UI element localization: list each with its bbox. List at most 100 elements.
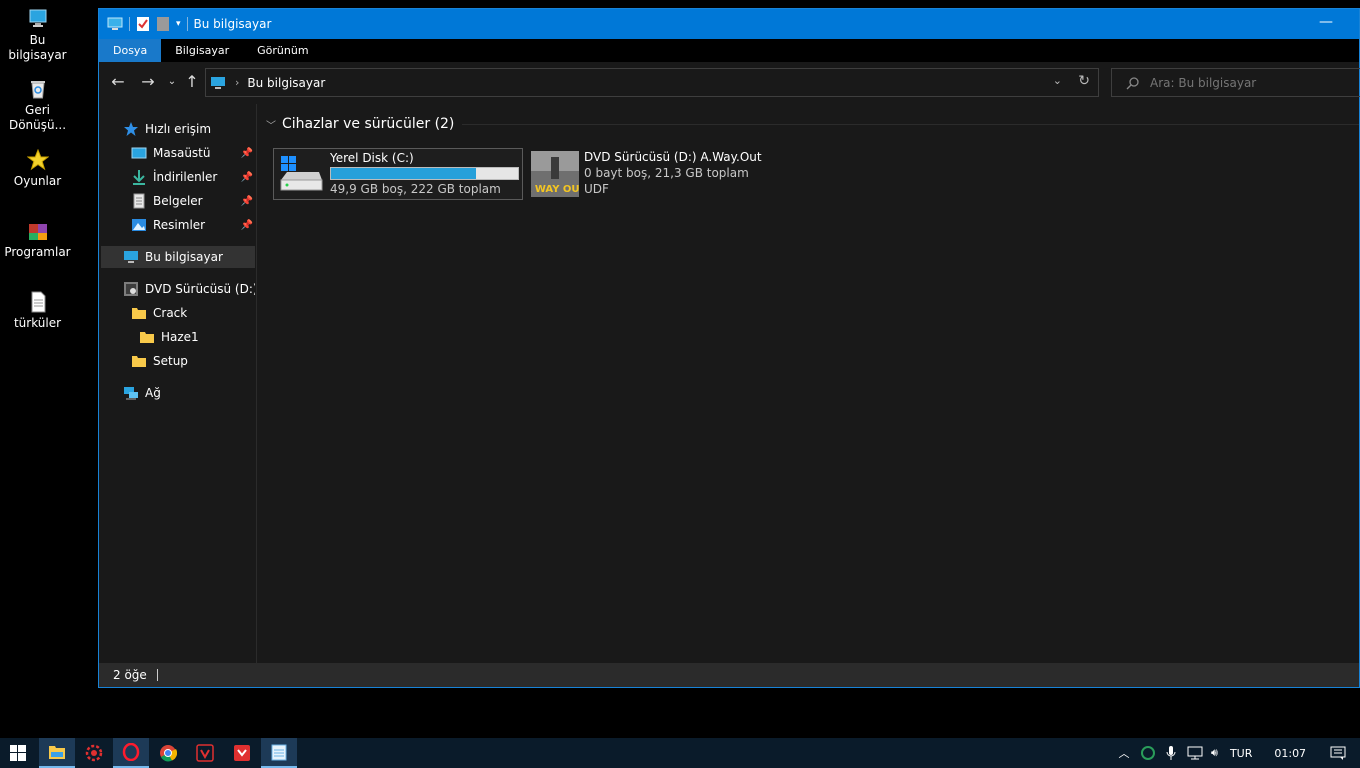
breadcrumb[interactable]: Bu bilgisayar	[247, 76, 325, 90]
sidebar-item-label: Ağ	[145, 386, 161, 400]
properties-icon[interactable]	[136, 16, 150, 32]
up-arrow-icon[interactable]: ↑	[181, 70, 203, 92]
address-bar[interactable]: › Bu bilgisayar ⌄ ↻	[205, 68, 1099, 97]
drive-usage-bar	[330, 167, 519, 180]
action-center-icon[interactable]	[1330, 746, 1346, 760]
new-folder-icon[interactable]	[156, 16, 170, 32]
recent-locations-chevron-icon[interactable]: ⌄	[161, 70, 183, 92]
breadcrumb-chevron-icon[interactable]: ›	[235, 76, 239, 89]
sidebar-item-label: Crack	[153, 306, 188, 320]
network-tray-icon[interactable]	[1187, 746, 1203, 760]
divider	[462, 123, 1359, 125]
show-hidden-icons-chevron-icon[interactable]: ︿	[1115, 745, 1133, 761]
status-bar: 2 öğe	[99, 663, 1359, 687]
sidebar-item-label: Hızlı erişim	[145, 122, 212, 136]
desktop-icon-games[interactable]: Oyunlar	[0, 149, 75, 189]
sidebar-item-downloads[interactable]: İndirilenler 📌	[131, 166, 253, 188]
forward-arrow-icon[interactable]: →	[137, 70, 159, 92]
file-explorer-icon	[49, 746, 65, 759]
computer-icon	[107, 17, 123, 30]
pin-icon[interactable]: 📌	[241, 148, 253, 159]
taskbar: ︿ 🔊︎ TUR 01:07	[0, 738, 1360, 768]
sidebar-item-label: Belgeler	[153, 194, 203, 208]
chrome-icon	[160, 745, 177, 762]
sidebar-item-label: Resimler	[153, 218, 206, 232]
search-input[interactable]	[1150, 75, 1350, 90]
taskbar-chrome[interactable]	[150, 738, 186, 768]
drive-name: Yerel Disk (C:)	[330, 151, 414, 165]
vivaldi-icon	[196, 744, 214, 762]
taskbar-app-red-gear[interactable]	[76, 738, 112, 768]
item-count: 2 öğe	[113, 668, 147, 682]
sidebar-item-setup[interactable]: Setup	[131, 350, 188, 372]
network-icon	[124, 387, 138, 400]
input-language[interactable]: TUR	[1230, 747, 1252, 760]
collapse-chevron-icon[interactable]: ﹀	[266, 117, 276, 132]
desktop-icon-programs[interactable]: Programlar	[0, 220, 75, 260]
tab-computer[interactable]: Bilgisayar	[161, 39, 243, 62]
recycle-bin-icon	[30, 81, 45, 99]
taskbar-app-red[interactable]	[224, 738, 260, 768]
sidebar-item-label: Haze1	[161, 330, 199, 344]
drive-tile-d[interactable]: A WAY OUT DVD Sürücüsü (D:) A.Way.Out 0 …	[528, 148, 768, 200]
download-arrow-icon	[133, 170, 145, 185]
start-button[interactable]	[0, 738, 36, 768]
sidebar-item-documents[interactable]: Belgeler 📌	[131, 190, 253, 212]
navigation-bar: ← → ⌄ ↑ › Bu bilgisayar ⌄ ↻	[99, 62, 1360, 100]
folder-icon	[132, 356, 146, 367]
sidebar-item-pictures[interactable]: Resimler 📌	[131, 214, 253, 236]
sidebar-item-haze1[interactable]: Haze1	[139, 326, 199, 348]
computer-icon	[211, 76, 225, 89]
ribbon-tabs: Dosya Bilgisayar Görünüm	[99, 39, 1359, 62]
drive-tile-c[interactable]: Yerel Disk (C:) 49,9 GB boş, 222 GB topl…	[273, 148, 523, 200]
desktop-icon-label: Bu bilgisayar	[8, 33, 67, 62]
app-icon	[234, 745, 250, 761]
desktop-icon	[131, 147, 147, 159]
pin-icon[interactable]: 📌	[241, 172, 253, 183]
sidebar-item-dvd-drive[interactable]: DVD Sürücüsü (D:) A.	[123, 278, 255, 300]
sidebar-item-desktop[interactable]: Masaüstü 📌	[131, 142, 253, 164]
star-icon	[124, 122, 138, 136]
back-arrow-icon[interactable]: ←	[107, 70, 129, 92]
desktop-icon-recycle-bin[interactable]: Geri Dönüşü...	[0, 78, 75, 133]
pin-icon[interactable]: 📌	[241, 196, 253, 207]
microphone-icon[interactable]	[1165, 745, 1177, 761]
customize-toolbar-chevron-icon[interactable]: ▾	[176, 19, 181, 29]
pictures-icon	[132, 219, 146, 231]
search-box[interactable]	[1111, 68, 1360, 97]
taskbar-vivaldi[interactable]	[187, 738, 223, 768]
group-header[interactable]: ﹀ Cihazlar ve sürücüler (2)	[266, 114, 1359, 134]
sidebar-item-label: DVD Sürücüsü (D:) A.	[145, 282, 255, 296]
minimize-icon[interactable]: —	[1319, 14, 1333, 30]
sidebar-item-label: Bu bilgisayar	[145, 250, 223, 264]
cover-title: A WAY OUT	[531, 184, 579, 195]
pin-icon[interactable]: 📌	[241, 220, 253, 231]
computer-icon	[124, 251, 138, 263]
quick-access-toolbar: ▾	[107, 16, 188, 32]
taskbar-file-explorer[interactable]	[39, 738, 75, 768]
address-dropdown-chevron-icon[interactable]: ⌄	[1053, 74, 1062, 87]
sidebar-item-label: Setup	[153, 354, 188, 368]
sidebar-item-network[interactable]: Ağ	[123, 382, 161, 404]
dvd-cover-icon: A WAY OUT	[531, 151, 579, 197]
window-title: Bu bilgisayar	[193, 17, 272, 31]
tab-view[interactable]: Görünüm	[243, 39, 322, 62]
opera-icon	[122, 743, 140, 761]
taskbar-notepad[interactable]	[261, 738, 297, 768]
clock[interactable]: 01:07	[1274, 747, 1306, 760]
tab-file[interactable]: Dosya	[99, 39, 162, 62]
desktop-icon-file[interactable]: türküler	[0, 291, 75, 331]
gear-icon	[85, 744, 103, 762]
taskbar-opera[interactable]	[113, 738, 149, 768]
desktop-icon-this-pc[interactable]: Bu bilgisayar	[0, 8, 75, 63]
windows-logo-icon	[10, 745, 26, 761]
search-icon	[1126, 76, 1139, 89]
security-status-icon[interactable]	[1141, 746, 1155, 760]
refresh-icon[interactable]: ↻	[1078, 73, 1090, 89]
volume-icon[interactable]: 🔊︎	[1211, 746, 1218, 760]
sidebar-item-crack[interactable]: Crack	[131, 302, 187, 324]
sidebar-item-quick-access[interactable]: Hızlı erişim	[123, 118, 211, 140]
content-pane: ﹀ Cihazlar ve sürücüler (2) Yerel Disk (…	[258, 104, 1359, 664]
separator	[156, 669, 158, 681]
sidebar-item-this-pc[interactable]: Bu bilgisayar	[101, 246, 255, 268]
